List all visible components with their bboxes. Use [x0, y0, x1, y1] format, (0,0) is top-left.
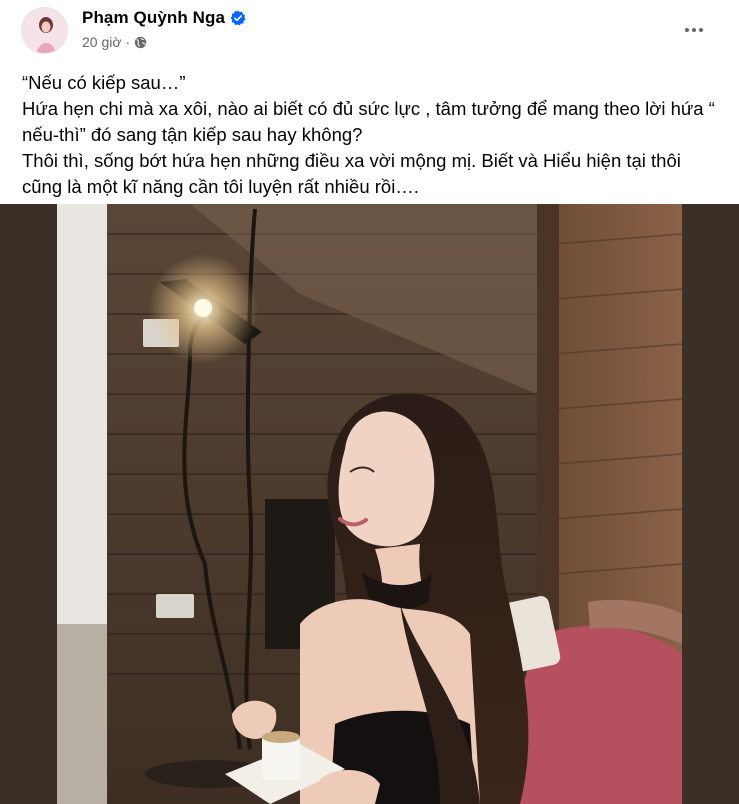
post-text-line: Hứa hẹn chi mà xa xôi, nào ai biết có đủ… [22, 98, 715, 119]
post-text-line: Thôi thì, sống bớt hứa hẹn những điều xa… [22, 150, 681, 171]
verified-badge-icon [230, 10, 246, 26]
post-text-line: cũng là một kĩ năng cần tôi luyện rất nh… [22, 176, 419, 197]
more-dot [692, 28, 696, 32]
more-dot [699, 28, 703, 32]
more-options-button[interactable] [676, 12, 712, 48]
more-options-icon [685, 28, 689, 32]
post-message: “Nếu có kiếp sau…” Hứa hẹn chi mà xa xôi… [22, 70, 722, 200]
post-timestamp[interactable]: 20 giờ [82, 34, 122, 50]
post-text-line: nếu-thì” đó sang tận kiếp sau hay không? [22, 124, 363, 145]
post-meta: 20 giờ · [82, 34, 147, 50]
globe-icon[interactable] [134, 36, 147, 49]
author-row: Phạm Quỳnh Nga [82, 8, 246, 28]
author-avatar[interactable] [21, 7, 68, 54]
meta-separator: · [125, 34, 131, 50]
author-name[interactable]: Phạm Quỳnh Nga [82, 8, 225, 28]
post-photo[interactable] [0, 204, 739, 804]
post-header: Phạm Quỳnh Nga 20 giờ · [0, 0, 739, 62]
post-text-line: “Nếu có kiếp sau…” [22, 72, 186, 93]
